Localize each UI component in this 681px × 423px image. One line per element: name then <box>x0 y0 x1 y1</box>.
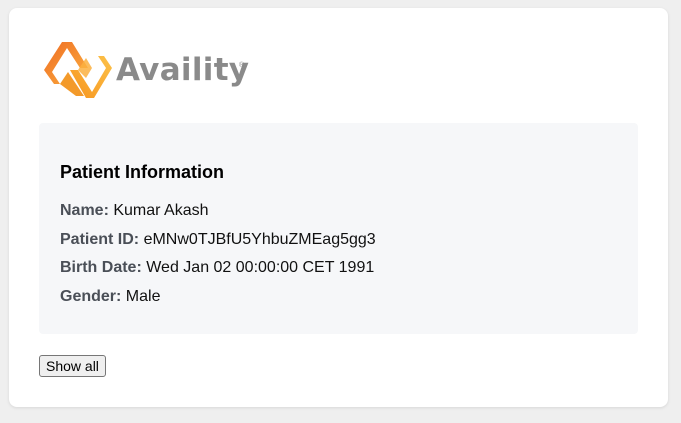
gender-row: Gender: Male <box>60 287 160 307</box>
patient-id-label: Patient ID: <box>60 231 140 248</box>
birth-date-row: Birth Date: Wed Jan 02 00:00:00 CET 1991 <box>60 258 374 278</box>
gender-value: Male <box>125 288 161 305</box>
patient-information-panel: Patient Information Name: Kumar Akash Pa… <box>39 123 638 334</box>
name-label: Name: <box>60 202 109 219</box>
availity-logo-icon <box>44 42 112 98</box>
show-all-button[interactable]: Show all <box>39 355 106 377</box>
registered-mark: ® <box>239 62 245 69</box>
patient-id-row: Patient ID: eMNw0TJBfU5YhbuZMEag5gg3 <box>60 230 376 250</box>
panel-title: Patient Information <box>60 162 225 182</box>
availity-wordmark: Availity <box>116 52 250 88</box>
gender-label: Gender: <box>60 288 122 305</box>
patient-name-row: Name: Kumar Akash <box>60 201 209 221</box>
name-value: Kumar Akash <box>113 202 209 219</box>
patient-card: Availity ® Patient Information Name: Kum… <box>9 8 668 407</box>
patient-id-value: eMNw0TJBfU5YhbuZMEag5gg3 <box>143 231 376 248</box>
birth-date-label: Birth Date: <box>60 259 142 276</box>
birth-date-value: Wed Jan 02 00:00:00 CET 1991 <box>146 259 375 276</box>
availity-logo: Availity ® <box>40 38 250 100</box>
